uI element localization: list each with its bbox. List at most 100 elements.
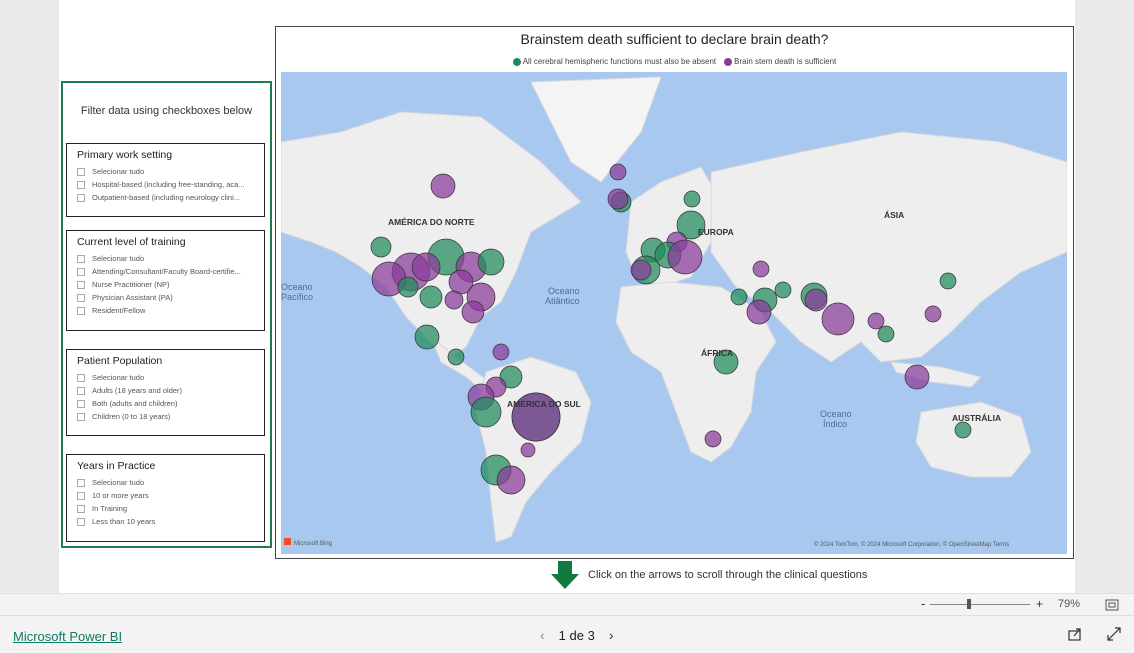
checkbox[interactable]	[77, 373, 85, 382]
next-page-icon[interactable]: ›	[609, 627, 614, 643]
checkbox[interactable]	[77, 280, 85, 289]
map-svg: AMÉRICA DO NORTE EUROPA ÁSIA ÁFRICA AMÉR…	[280, 72, 1068, 554]
filter-panel: Filter data using checkboxes below Prima…	[61, 81, 272, 548]
map-bubble[interactable]	[430, 173, 456, 199]
slicer-years-in-practice: Years in Practice Selecionar tudo 10 or …	[66, 454, 265, 542]
map-bubble[interactable]	[492, 343, 510, 361]
checkbox[interactable]	[77, 399, 85, 408]
continent-label: EUROPA	[698, 227, 734, 237]
checkbox[interactable]	[77, 412, 85, 421]
checkbox[interactable]	[77, 386, 85, 395]
slicer-option[interactable]: In Training	[77, 502, 264, 515]
map-bubble[interactable]	[411, 252, 441, 282]
slicer-option[interactable]: Physician Assistant (PA)	[77, 291, 264, 304]
map-attribution[interactable]: © 2024 TomTom, © 2024 Microsoft Corporat…	[814, 541, 1009, 548]
map-bubble[interactable]	[630, 259, 652, 281]
fullscreen-icon[interactable]	[1106, 626, 1122, 642]
slicer-option[interactable]: Adults (18 years and older)	[77, 384, 264, 397]
zoom-in-button[interactable]: +	[1036, 597, 1043, 611]
slicer-option[interactable]: Children (0 to 18 years)	[77, 410, 264, 423]
continent-label: ÁSIA	[884, 210, 904, 220]
checkbox[interactable]	[77, 491, 85, 500]
map-bubble[interactable]	[924, 305, 942, 323]
map-bubble[interactable]	[477, 248, 505, 276]
bing-label: Microsoft Bing	[294, 541, 332, 547]
map-bubble[interactable]	[370, 236, 392, 258]
down-arrow-icon[interactable]	[550, 560, 580, 590]
slicer-option[interactable]: Hospital-based (including free-standing,…	[77, 178, 264, 191]
page-navigator: ‹ 1 de 3 ›	[540, 627, 614, 643]
map-bubble[interactable]	[397, 276, 419, 298]
ocean-label: Oceano	[548, 286, 580, 296]
slicer-option[interactable]: Attending/Consultant/Faculty Board-certi…	[77, 265, 264, 278]
checkbox[interactable]	[77, 254, 85, 263]
map-bubble[interactable]	[730, 288, 748, 306]
map-visual: Brainstem death sufficient to declare br…	[275, 26, 1074, 559]
zoom-slider[interactable]	[930, 604, 1030, 605]
map-bubble[interactable]	[904, 364, 930, 390]
map-bubble[interactable]	[520, 442, 536, 458]
map-bubble[interactable]	[877, 325, 895, 343]
map-bubble[interactable]	[470, 396, 502, 428]
power-bi-link[interactable]: Microsoft Power BI	[13, 629, 122, 644]
slicer-title: Primary work setting	[77, 149, 173, 161]
legend-item[interactable]: Brain stem death is sufficient	[724, 57, 836, 66]
zoom-bar: - + 79%	[0, 593, 1134, 616]
map-bubble[interactable]	[461, 300, 485, 324]
filter-header: Filter data using checkboxes below	[80, 105, 253, 117]
slicer-option[interactable]: Selecionar tudo	[77, 252, 264, 265]
map-bubble[interactable]	[704, 430, 722, 448]
zoom-out-button[interactable]: -	[921, 596, 925, 611]
previous-page-icon[interactable]: ‹	[540, 627, 545, 643]
map-bubble[interactable]	[746, 299, 772, 325]
map-bubble[interactable]	[804, 288, 828, 312]
map-bubble[interactable]	[607, 188, 629, 210]
map-bubble[interactable]	[447, 348, 465, 366]
checkbox[interactable]	[77, 167, 85, 176]
map-bubble[interactable]	[667, 239, 703, 275]
slicer-option[interactable]: 10 or more years	[77, 489, 264, 502]
slicer-option[interactable]: Outpatient-based (including neurology cl…	[77, 191, 264, 204]
legend-item[interactable]: All cerebral hemispheric functions must …	[512, 57, 716, 66]
map-bubble[interactable]	[867, 312, 885, 330]
checkbox[interactable]	[77, 193, 85, 202]
slicer-option[interactable]: Less than 10 years	[77, 515, 264, 528]
world-map[interactable]: AMÉRICA DO NORTE EUROPA ÁSIA ÁFRICA AMÉR…	[280, 72, 1068, 554]
zoom-slider-thumb[interactable]	[967, 599, 971, 609]
footer-bar: Microsoft Power BI ‹ 1 de 3 ›	[0, 615, 1134, 653]
slicer-option[interactable]: Both (adults and children)	[77, 397, 264, 410]
map-bubble[interactable]	[419, 285, 443, 309]
map-bubble[interactable]	[683, 190, 701, 208]
page-indicator: 1 de 3	[558, 627, 595, 643]
map-bubble[interactable]	[774, 281, 792, 299]
continent-label: AUSTRÁLIA	[952, 413, 1001, 423]
map-bubble[interactable]	[821, 302, 855, 336]
map-bubble[interactable]	[496, 465, 526, 495]
checkbox[interactable]	[77, 504, 85, 513]
ocean-label: Oceano	[820, 409, 852, 419]
fit-to-page-icon[interactable]	[1105, 599, 1119, 611]
checkbox[interactable]	[77, 180, 85, 189]
slicer-option[interactable]: Selecionar tudo	[77, 371, 264, 384]
map-bubble[interactable]	[609, 163, 627, 181]
slicer-option[interactable]: Nurse Practitioner (NP)	[77, 278, 264, 291]
continent-label: ÁFRICA	[701, 348, 733, 358]
slicer-primary-work-setting: Primary work setting Selecionar tudo Hos…	[66, 143, 265, 217]
ocean-label: Oceano	[281, 282, 313, 292]
map-bubble[interactable]	[939, 272, 957, 290]
checkbox[interactable]	[77, 267, 85, 276]
share-icon[interactable]	[1067, 626, 1083, 642]
bing-logo-icon	[284, 538, 291, 545]
slicer-option[interactable]: Selecionar tudo	[77, 476, 264, 489]
map-bubble[interactable]	[414, 324, 440, 350]
map-bubble[interactable]	[444, 290, 464, 310]
checkbox[interactable]	[77, 517, 85, 526]
checkbox[interactable]	[77, 306, 85, 315]
map-bubble[interactable]	[752, 260, 770, 278]
ocean-label: Índico	[823, 419, 847, 429]
checkbox[interactable]	[77, 293, 85, 302]
slicer-option[interactable]: Selecionar tudo	[77, 165, 264, 178]
checkbox[interactable]	[77, 478, 85, 487]
map-bubble[interactable]	[954, 421, 972, 439]
slicer-option[interactable]: Resident/Fellow	[77, 304, 264, 317]
